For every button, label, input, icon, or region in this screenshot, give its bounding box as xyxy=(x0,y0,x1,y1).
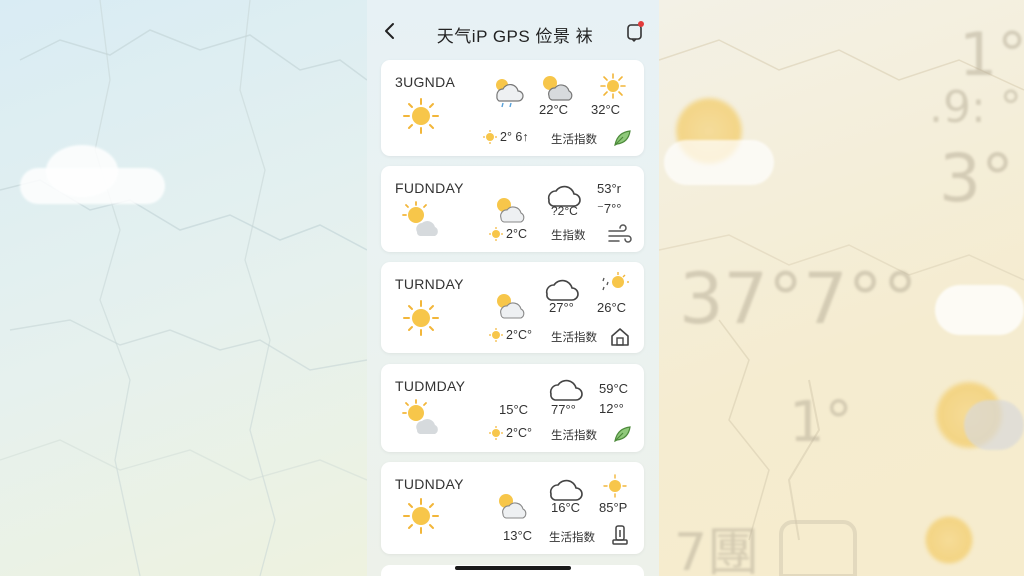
sun-cloud-icon xyxy=(497,198,525,223)
mini-temp: 2°C° xyxy=(506,426,532,440)
sun-icon xyxy=(489,227,503,241)
temp-value: 77°° xyxy=(551,402,576,417)
ghost-text: 7團 xyxy=(674,523,760,576)
back-button[interactable] xyxy=(377,18,403,44)
sun-cloud-icon xyxy=(497,294,525,319)
sun-cloud-rain-icon xyxy=(496,79,524,108)
ghost-temp: 37°7°° xyxy=(679,258,918,340)
temp-value: 27°° xyxy=(549,300,574,315)
ghost-temp: 1° xyxy=(959,20,1024,90)
blurred-house-icon xyxy=(779,520,857,576)
mini-temp: 2°C xyxy=(506,227,527,241)
forecast-card[interactable]: TURNDAY 27°° 26°C 2°C° 生活指数 xyxy=(381,262,644,353)
sun-cloud-icon xyxy=(402,399,438,434)
temp-value: 85°P xyxy=(599,500,628,515)
sun-icon xyxy=(403,498,439,534)
forecast-card[interactable]: FUDNDAY ?2°C 53°r ⁻7°° 2°C 生指数 xyxy=(381,166,644,252)
mini-forecast: 2° 6↑ xyxy=(483,130,529,144)
thermometer-icon[interactable] xyxy=(609,524,631,546)
temp-value: 26°C xyxy=(597,300,627,315)
day-label: TUDMDAY xyxy=(395,378,466,394)
day-label: 3UGNDA xyxy=(395,74,456,90)
leaf-icon[interactable] xyxy=(611,127,633,149)
life-index-label: 生活指数 xyxy=(551,332,597,344)
sun-cloud-icon xyxy=(499,494,527,519)
temp-value: 16°C xyxy=(551,500,581,515)
cloud-icon xyxy=(549,479,583,501)
day-label: TUDNDAY xyxy=(395,476,464,492)
day-label: FUDNDAY xyxy=(395,180,464,196)
temp-value: ⁻7°° xyxy=(597,201,622,216)
notification-bell-icon xyxy=(627,21,644,42)
mini-temp: 2° 6↑ xyxy=(500,130,529,144)
temp-value: 22°C xyxy=(539,102,569,117)
sun-icon xyxy=(600,73,626,99)
phone-screen: 天气iP GPS 俭景 袜 3UGNDA 22°C 32°C 2° 6↑ 生活指… xyxy=(367,0,659,576)
temp-value: 59°C xyxy=(599,381,629,396)
sun-cloud-icon xyxy=(543,76,573,101)
ghost-temp: 3° xyxy=(939,140,1014,217)
sun-icon xyxy=(403,98,439,134)
sun-icon xyxy=(483,130,497,144)
temp-value: 32°C xyxy=(591,102,621,117)
house-icon[interactable] xyxy=(609,326,631,348)
life-index-label: 生活指数 xyxy=(549,532,595,544)
mini-forecast: 2°C° xyxy=(489,328,532,342)
home-indicator[interactable] xyxy=(455,566,571,570)
wind-icon[interactable] xyxy=(607,224,633,246)
temp-value: 15°C xyxy=(499,402,529,417)
chevron-left-icon xyxy=(385,23,394,39)
mini-forecast: 2°C° xyxy=(489,426,532,440)
mini-forecast: 2°C xyxy=(489,227,527,241)
sun-rain-icon xyxy=(602,272,629,291)
top-bar: 天气iP GPS 俭景 袜 xyxy=(367,0,659,60)
map-outline xyxy=(0,0,367,576)
forecast-card[interactable]: TUDMDAY 15°C 77°° 59°C 12°° 2°C° 生活指数 xyxy=(381,364,644,452)
life-index-label: 生活指数 xyxy=(551,134,597,146)
sun-icon xyxy=(403,300,439,336)
cloud-rain-icon xyxy=(549,379,583,401)
sun-icon xyxy=(489,328,503,342)
life-index-label: 生活指数 xyxy=(551,430,597,442)
sun-icon xyxy=(489,426,503,440)
sun-cloud-icon xyxy=(402,201,438,236)
leaf-icon[interactable] xyxy=(611,423,633,445)
blurred-sun-icon xyxy=(924,515,974,565)
notification-button[interactable] xyxy=(624,20,646,42)
mini-temp: 2°C° xyxy=(506,328,532,342)
temp-value: ?2°C xyxy=(551,204,578,218)
ghost-temp: 1° xyxy=(789,390,853,455)
temp-value: 13°C xyxy=(503,528,533,543)
forecast-card[interactable]: TUDNDAY 16°C 85°P 13°C 生活指数 xyxy=(381,462,644,554)
forecast-card[interactable]: 3UGNDA 22°C 32°C 2° 6↑ 生活指数 xyxy=(381,60,644,156)
cloud-icon xyxy=(545,279,579,301)
left-background-map xyxy=(0,0,367,576)
life-index-label: 生指数 xyxy=(551,230,586,242)
ghost-temp: .9: ° xyxy=(929,82,1022,133)
day-label: TURNDAY xyxy=(395,276,464,292)
temp-value: 12°° xyxy=(599,401,624,416)
temp-value: 53°r xyxy=(597,181,621,196)
sun-icon xyxy=(603,474,627,498)
page-title: 天气iP GPS 俭景 袜 xyxy=(436,27,594,46)
right-background-map: 1° .9: ° 3° 37°7°° 1° 7團 xyxy=(659,0,1024,576)
